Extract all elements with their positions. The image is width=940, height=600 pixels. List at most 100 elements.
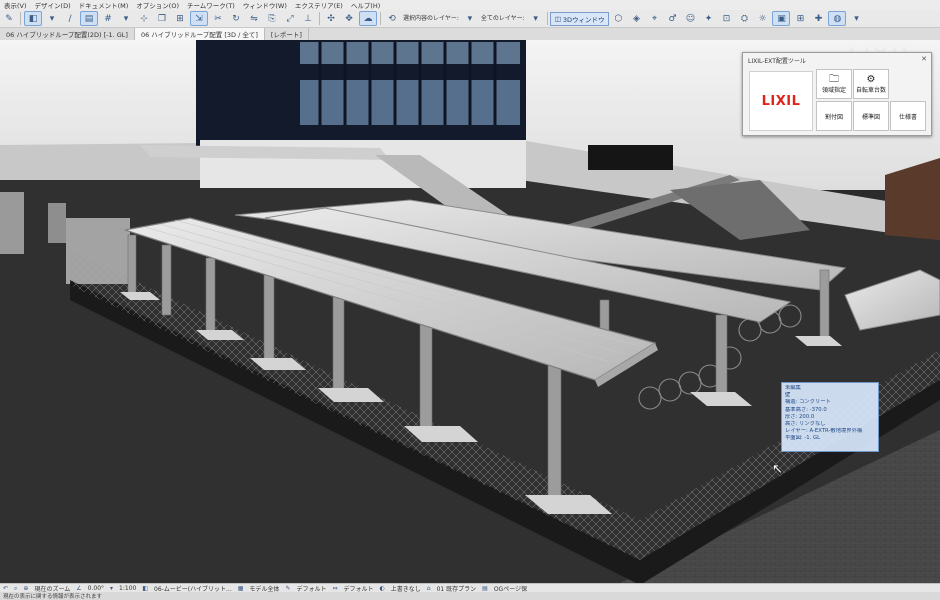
bicycle-count-button[interactable]: ⚙ 自転車台数 (853, 69, 889, 99)
layer-combo-icon: ◧ (142, 585, 148, 592)
menu-document[interactable]: ドキュメント(M) (75, 0, 133, 10)
tab-2d-plan[interactable]: 06 ハイブリッドループ配置(2D) [-1. GL] (0, 28, 135, 40)
dropdown-icon[interactable]: ▾ (118, 12, 134, 25)
layer-selection-label: 選択内容のレイヤー: (403, 15, 459, 22)
select-icon[interactable]: ⊹ (136, 12, 152, 25)
hint-bar: 現在の表示に関する情報が表示されます (0, 592, 940, 600)
display-icon[interactable]: ▣ (772, 11, 791, 26)
fill-tool-icon[interactable]: ▤ (80, 11, 98, 26)
specification-button[interactable]: 仕様書 (890, 101, 926, 131)
separator (20, 12, 21, 25)
perspective-icon[interactable]: ◈ (628, 12, 644, 25)
layout-drawing-label: 割付図 (824, 113, 843, 121)
zoom-in-icon[interactable]: ⊕ (20, 585, 31, 592)
pen-icon: ✎ (285, 585, 291, 592)
dropdown-icon[interactable]: ▾ (107, 585, 116, 592)
person-icon[interactable]: ☺ (682, 12, 698, 25)
rotate-icon[interactable]: ↻ (228, 12, 244, 25)
menu-teamwork[interactable]: チームワーク(T) (183, 0, 239, 10)
menu-help[interactable]: ヘルプ(H) (347, 0, 384, 10)
orbit-icon[interactable]: ✣ (323, 12, 339, 25)
tooltip-line: 基準高さ: -370.0 (785, 406, 827, 413)
grid-snap-icon[interactable]: ⊞ (792, 12, 808, 25)
lixil-logo-text: LIXIL (761, 93, 801, 109)
pan-icon[interactable]: ✥ (341, 12, 357, 25)
bicycle-icon: ⚙ (866, 74, 876, 85)
wall-block (0, 192, 24, 254)
3d-icon: ◫ (554, 14, 561, 23)
model-icon: ▦ (237, 585, 244, 592)
dimension-icon: ⇔ (332, 585, 338, 592)
pick-icon[interactable]: ✎ (1, 12, 17, 25)
standard-drawing-button[interactable]: 標準図 (853, 101, 889, 131)
cloud-icon[interactable]: ☁ (359, 11, 377, 26)
mouse-cursor-icon: ↖ (772, 462, 783, 477)
wall-tool-icon[interactable]: ◧ (24, 11, 42, 26)
tab-3d-view[interactable]: 06 ハイブリッドループ配置 [3D / 全て] (134, 28, 265, 40)
menu-view[interactable]: 表示(V) (0, 0, 31, 10)
undo-icon[interactable]: ↶ (0, 585, 11, 592)
separator (319, 12, 320, 25)
storage-container (588, 145, 673, 170)
separator (546, 12, 548, 25)
surface-icon[interactable]: ◍ (828, 11, 847, 26)
folder-icon: 🗀 (829, 74, 839, 85)
3d-window-label: 3Dウィンドウ (562, 15, 605, 24)
camera-icon[interactable]: ⌖ (646, 12, 662, 25)
guide-icon[interactable]: ✚ (810, 12, 826, 25)
element-info-tooltip: 未編集 壁 構造: コンクリート 基準高さ: -370.0 厚さ: 200.0 … (781, 382, 879, 452)
lixil-ext-palette: LIXIL-EXT配置ツール ✕ LIXIL 🗀 領域指定 ⚙ 自転車台数 割付… (742, 52, 932, 136)
standard-drawing-label: 標準図 (861, 113, 880, 121)
wall-block (48, 203, 66, 243)
palette-title: LIXIL-EXT配置ツール (748, 58, 806, 65)
grid-icon[interactable]: # (100, 12, 116, 25)
offset-icon[interactable]: ⎘ (264, 12, 280, 25)
layer-icon[interactable]: ⟲ (384, 12, 400, 25)
menu-options[interactable]: オプション(O) (132, 0, 183, 10)
explode-icon[interactable]: ⛭ (736, 12, 752, 25)
box-icon[interactable]: ⬡ (610, 12, 626, 25)
tooltip-line: 構造: コンクリート (785, 399, 831, 406)
mirror-icon[interactable]: ⇋ (246, 12, 262, 25)
arrow-tool-icon[interactable]: ⇲ (190, 11, 208, 26)
copy-icon[interactable]: ❐ (154, 12, 170, 25)
tooltip-line: レイヤー: A-EXTR-敷地境界外構 (785, 428, 863, 435)
tooltip-line: 壁 (785, 392, 791, 399)
area-select-label: 領域指定 (821, 87, 846, 94)
layer-dropdown-icon-2[interactable]: ▾ (528, 12, 544, 25)
tooltip-line: 未編集 (785, 385, 801, 391)
elevation-icon[interactable]: ⊥ (300, 12, 316, 25)
hint-text: 現在の表示に関する情報が表示されます (3, 594, 103, 600)
menu-design[interactable]: デザイン(D) (31, 0, 75, 10)
menu-exterior[interactable]: エクステリア(E) (291, 0, 347, 10)
bicycle-count-label: 自転車台数 (855, 87, 886, 94)
3d-window-button[interactable]: ◫ 3Dウィンドウ (549, 11, 610, 26)
stretch-icon[interactable]: ⤢ (282, 12, 298, 25)
renovation-icon: ⌂ (426, 585, 431, 592)
layer-dropdown-icon[interactable]: ▾ (462, 12, 478, 25)
main-toolbar: ✎ ◧ ▾ ∕ ▤ # ▾ ⊹ ❐ ⊞ ⇲ ✂ ↻ ⇋ ⎘ ⤢ ⊥ ✣ ✥ ☁ … (0, 10, 940, 28)
line-tool-icon[interactable]: ∕ (62, 12, 78, 25)
area-select-button[interactable]: 🗀 領域指定 (816, 69, 852, 99)
tooltip-line: 平面図: -1. GL (785, 435, 821, 442)
section-icon[interactable]: ⊡ (718, 12, 734, 25)
render-icon[interactable]: ✦ (700, 12, 716, 25)
override-icon: ◐ (379, 585, 385, 592)
tooltip-line: 高さ: リンクなし (785, 421, 826, 428)
menu-window[interactable]: ウィンドウ(W) (239, 0, 291, 10)
trim-icon[interactable]: ✂ (210, 12, 226, 25)
angle-icon: ∠ (76, 585, 82, 592)
dropdown-icon[interactable]: ▾ (848, 12, 864, 25)
dropdown-icon[interactable]: ▾ (44, 12, 60, 25)
walk-icon[interactable]: ♂ (664, 12, 680, 25)
close-icon[interactable]: ✕ (921, 55, 927, 63)
scale-value[interactable]: 1:100 (116, 585, 139, 592)
align-icon[interactable]: ⊞ (172, 12, 188, 25)
angle-value[interactable]: 0.00° (85, 585, 107, 592)
lixil-logo: LIXIL (749, 71, 813, 131)
building-windows (300, 42, 520, 125)
separator (380, 12, 381, 25)
tab-report[interactable]: [レポート] (265, 28, 309, 40)
sun-icon[interactable]: ☼ (754, 12, 770, 25)
layout-drawing-button[interactable]: 割付図 (816, 101, 852, 131)
